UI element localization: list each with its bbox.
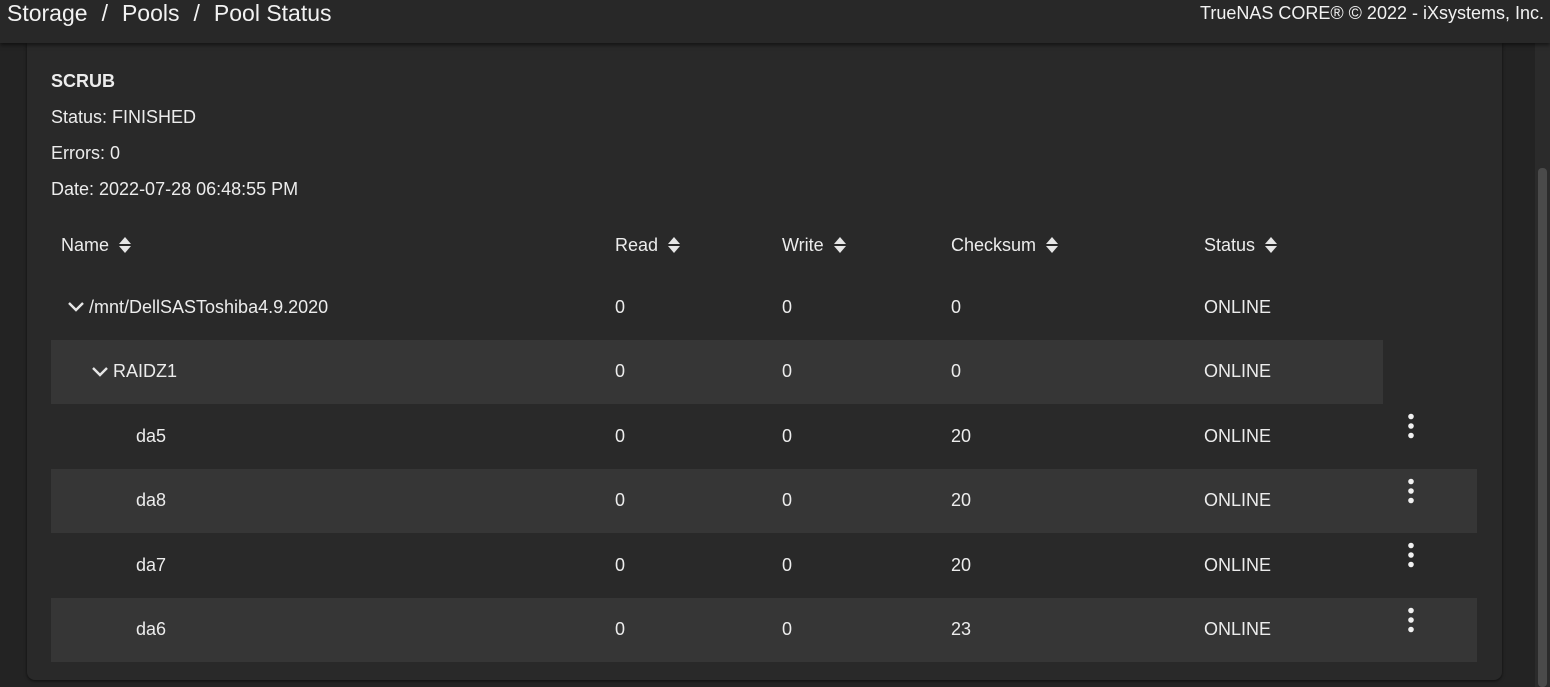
row-status: ONLINE (1204, 554, 1272, 575)
row-actions (1396, 598, 1426, 663)
table-row: da5 0 0 20 ONLINE (51, 404, 1477, 469)
top-bar: Storage / Pools / Pool Status TrueNAS CO… (0, 0, 1550, 43)
breadcrumb-pool-status: Pool Status (213, 0, 332, 26)
table-row: /mnt/DellSASToshiba4.9.2020 0 0 0 ONLINE (51, 275, 1477, 340)
breadcrumb: Storage / Pools / Pool Status (7, 0, 332, 26)
row-name: da8 (136, 490, 167, 511)
row-status: ONLINE (1204, 425, 1272, 446)
row-read: 0 (615, 490, 626, 511)
row-write: 0 (782, 425, 793, 446)
pool-status-card: SCRUB Status: FINISHED Errors: 0 Date: 2… (27, 43, 1502, 680)
sort-updown-icon[interactable] (1264, 236, 1278, 254)
row-checksum: 20 (951, 554, 972, 575)
row-write: 0 (782, 361, 793, 382)
breadcrumb-storage[interactable]: Storage (7, 0, 88, 27)
table-row: da7 0 0 20 ONLINE (51, 533, 1477, 598)
row-read: 0 (615, 619, 626, 640)
more-vertical-icon[interactable] (1407, 542, 1415, 568)
row-write: 0 (782, 296, 793, 317)
scrub-title: SCRUB (51, 71, 116, 91)
row-read: 0 (615, 554, 626, 575)
scrollbar-thumb[interactable] (1538, 168, 1547, 687)
scrub-status: Status: FINISHED (51, 107, 197, 127)
chevron-down-icon[interactable] (91, 365, 109, 379)
row-write: 0 (782, 490, 793, 511)
row-checksum: 20 (951, 425, 972, 446)
row-write: 0 (782, 619, 793, 640)
row-read: 0 (615, 425, 626, 446)
breadcrumb-pools[interactable]: Pools (122, 0, 180, 27)
scrub-summary: SCRUB Status: FINISHED Errors: 0 Date: 2… (51, 63, 298, 207)
column-header-read[interactable]: Read (615, 215, 681, 275)
sort-updown-icon[interactable] (118, 236, 132, 254)
row-checksum: 0 (951, 361, 962, 382)
sort-updown-icon[interactable] (833, 236, 847, 254)
row-status: ONLINE (1204, 296, 1272, 317)
row-status: ONLINE (1204, 361, 1272, 382)
sort-updown-icon[interactable] (667, 236, 681, 254)
breadcrumb-separator: / (101, 0, 108, 26)
row-status: ONLINE (1204, 490, 1272, 511)
row-checksum: 20 (951, 490, 972, 511)
breadcrumb-separator: / (193, 0, 200, 26)
table-header: Name Read Write Checksum Status (51, 215, 1477, 275)
row-checksum: 0 (951, 296, 962, 317)
chevron-down-icon[interactable] (67, 300, 85, 314)
row-name: da7 (136, 554, 167, 575)
more-vertical-icon[interactable] (1407, 607, 1415, 633)
row-checksum: 23 (951, 619, 972, 640)
row-status: ONLINE (1204, 619, 1272, 640)
scrub-errors: Errors: 0 (51, 143, 121, 163)
scrub-date: Date: 2022-07-28 06:48:55 PM (51, 179, 299, 199)
row-actions (1396, 533, 1426, 598)
row-name: RAIDZ1 (61, 340, 177, 405)
copyright-text: TrueNAS CORE® © 2022 - iXsystems, Inc. (1200, 2, 1544, 23)
table-row: da8 0 0 20 ONLINE (51, 468, 1477, 534)
column-header-checksum[interactable]: Checksum (951, 215, 1059, 275)
table-row: da6 0 0 23 ONLINE (51, 597, 1477, 663)
column-header-status[interactable]: Status (1204, 215, 1278, 275)
row-actions (1396, 404, 1426, 469)
more-vertical-icon[interactable] (1407, 478, 1415, 504)
row-name: /mnt/DellSASToshiba4.9.2020 (61, 275, 328, 340)
row-name: da6 (136, 619, 167, 640)
row-name: da5 (136, 425, 167, 446)
table-row: RAIDZ1 0 0 0 ONLINE (51, 339, 1477, 405)
row-read: 0 (615, 361, 626, 382)
row-highlight (51, 339, 1383, 404)
column-header-write[interactable]: Write (782, 215, 847, 275)
pool-status-table: Name Read Write Checksum Status /mnt/Del… (51, 215, 1477, 662)
row-actions (1396, 469, 1426, 534)
sort-updown-icon[interactable] (1045, 236, 1059, 254)
row-read: 0 (615, 296, 626, 317)
more-vertical-icon[interactable] (1407, 413, 1415, 439)
column-header-name[interactable]: Name (61, 215, 132, 275)
row-write: 0 (782, 554, 793, 575)
